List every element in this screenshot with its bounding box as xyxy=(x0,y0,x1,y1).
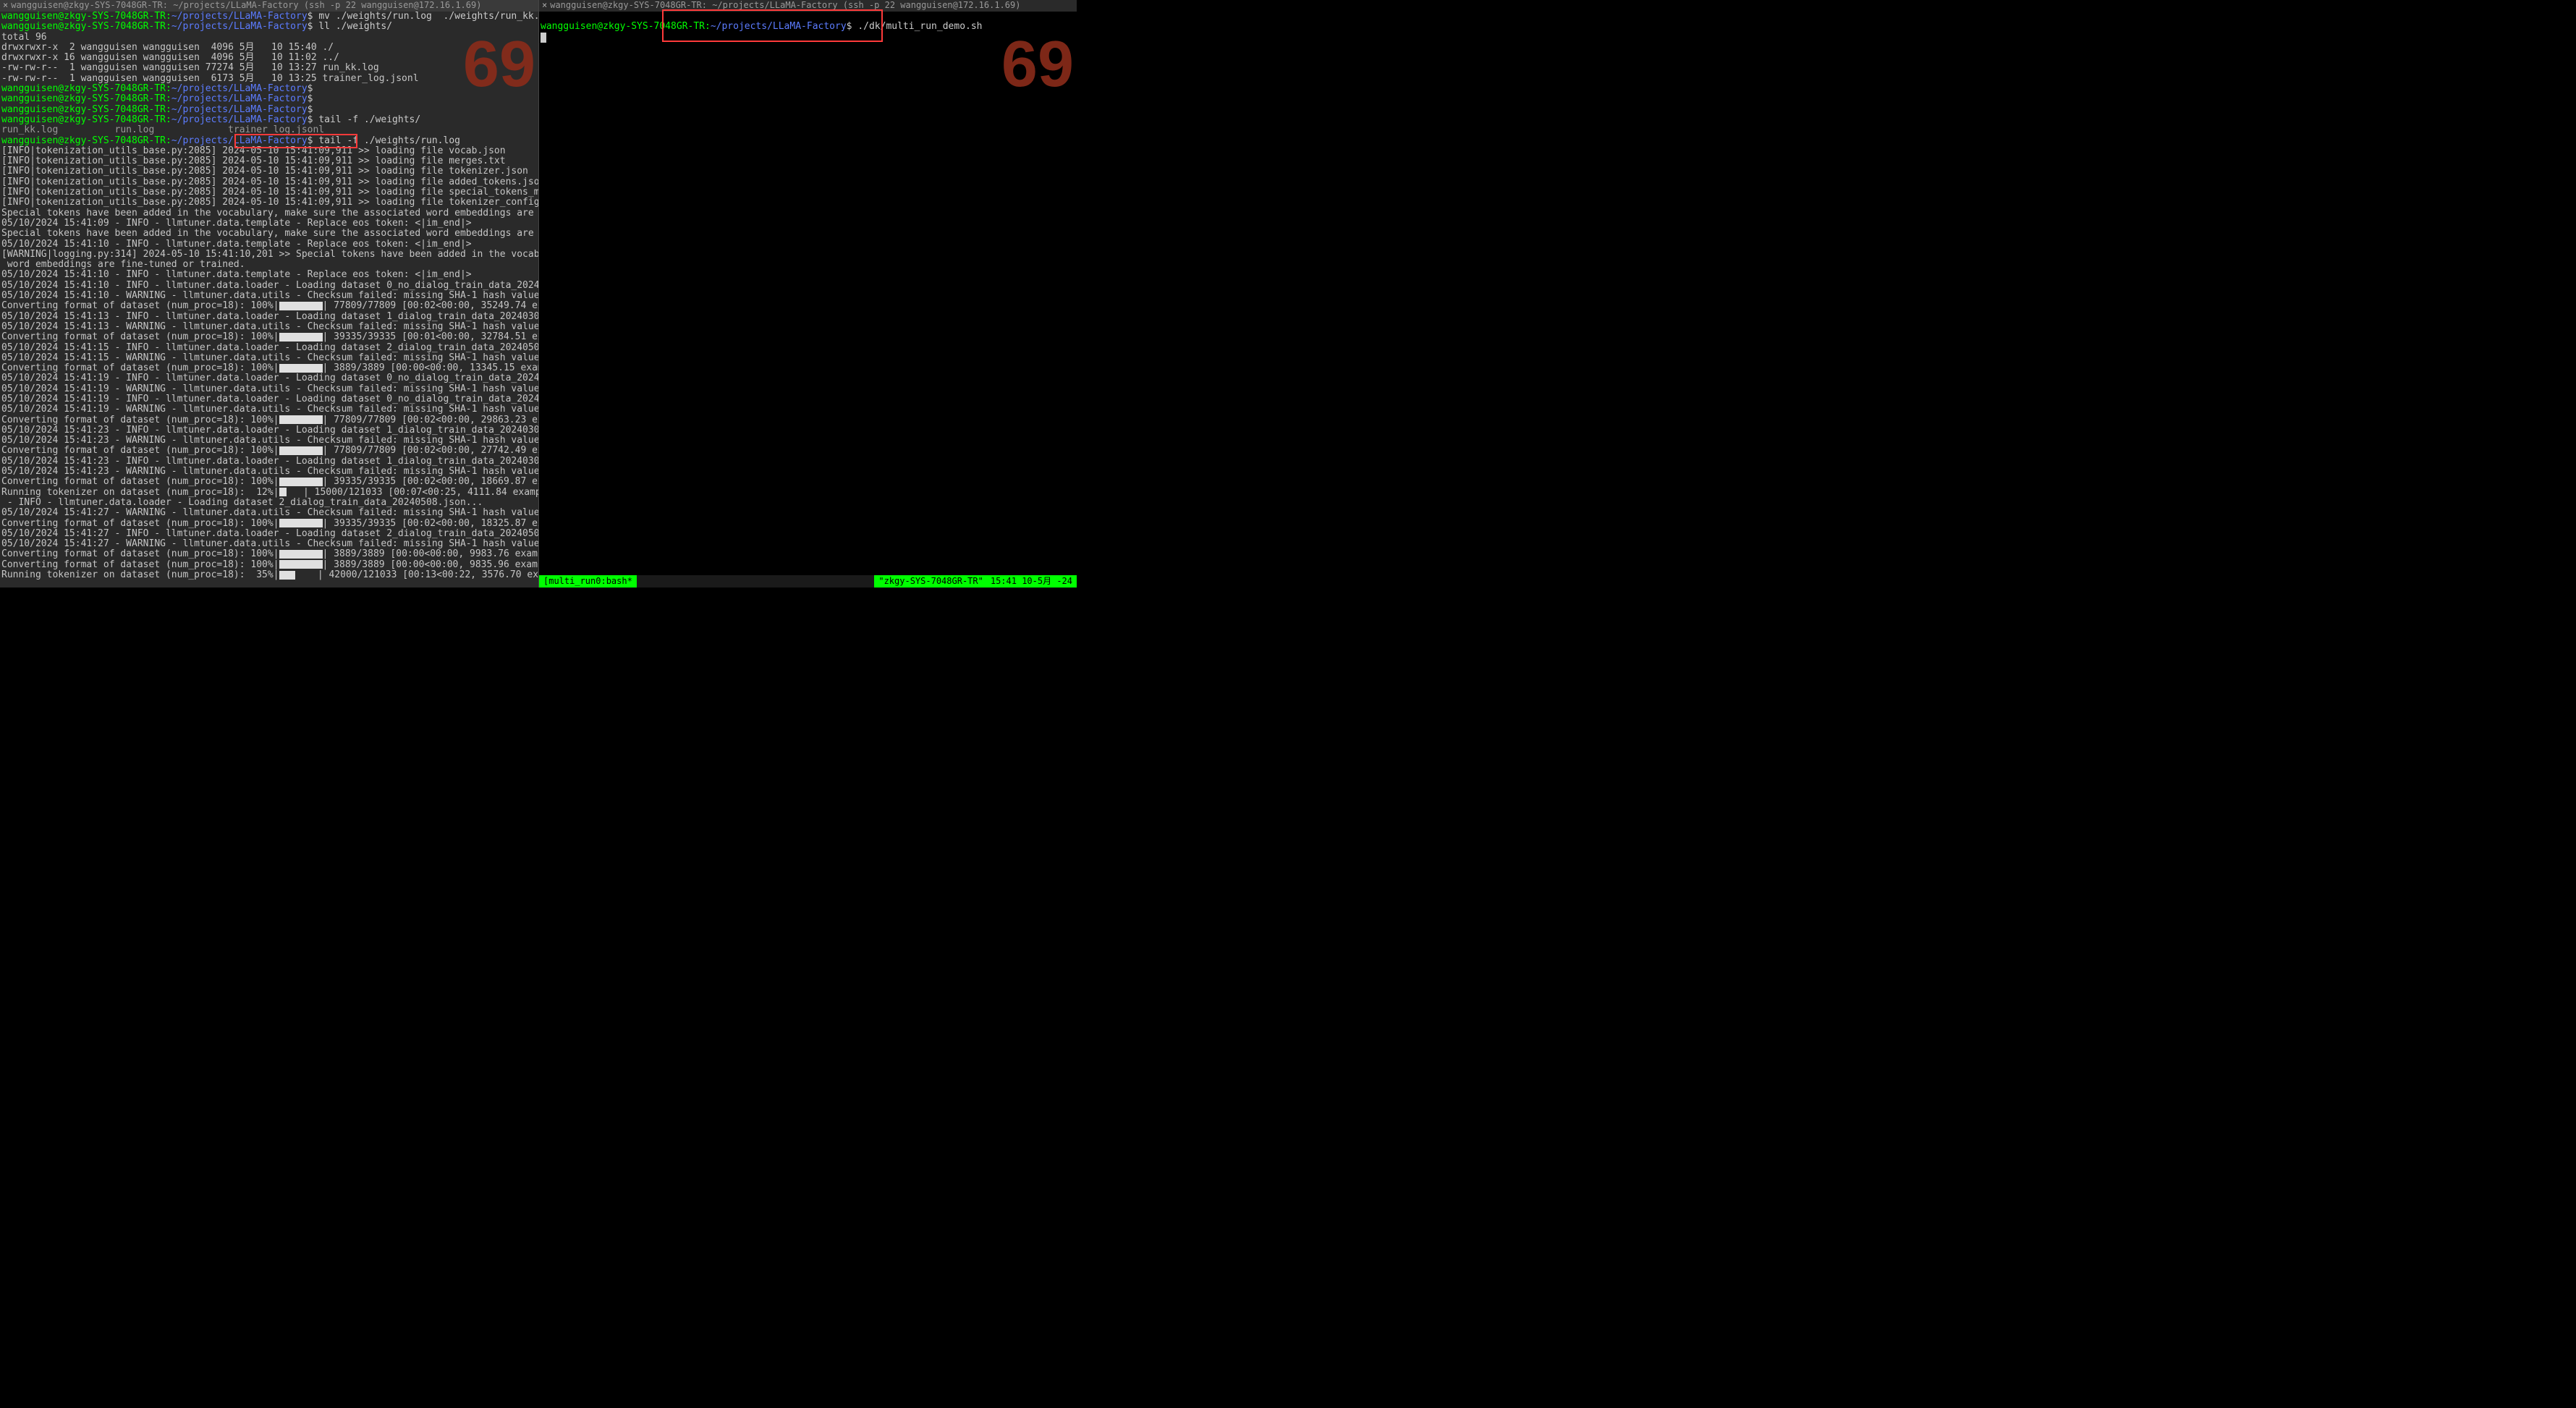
terminal-pane-right[interactable]: × wangguisen@zkgy-SYS-7048GR-TR: ~/proje… xyxy=(539,0,1077,588)
status-right: "zkgy-SYS-7048GR-TR" 15:41 10-5月 -24 xyxy=(874,575,1077,588)
terminal-pane-left[interactable]: × wangguisen@zkgy-SYS-7048GR-TR: ~/proje… xyxy=(0,0,539,588)
tab-bar-left: × wangguisen@zkgy-SYS-7048GR-TR: ~/proje… xyxy=(0,0,538,12)
close-icon[interactable]: × xyxy=(542,1,547,10)
command-text: ./dk/multi_run_demo.sh xyxy=(857,21,982,32)
status-time: 15:41 10-5月 -24 xyxy=(991,577,1072,586)
tab-title: wangguisen@zkgy-SYS-7048GR-TR: ~/project… xyxy=(11,1,481,10)
tab-bar-right: × wangguisen@zkgy-SYS-7048GR-TR: ~/proje… xyxy=(539,0,1077,12)
cursor xyxy=(541,33,546,43)
status-left: [multi_run0:bash* xyxy=(539,575,637,588)
close-icon[interactable]: × xyxy=(3,1,8,10)
terminal-output-right[interactable]: wangguisen@zkgy-SYS-7048GR-TR:~/projects… xyxy=(539,12,1077,53)
prompt-user: wangguisen@zkgy-SYS-7048GR-TR xyxy=(541,21,705,32)
tab-title: wangguisen@zkgy-SYS-7048GR-TR: ~/project… xyxy=(550,1,1020,10)
tmux-status-bar: [multi_run0:bash* "zkgy-SYS-7048GR-TR" 1… xyxy=(539,574,1077,588)
terminal-output-left[interactable]: wangguisen@zkgy-SYS-7048GR-TR:~/projects… xyxy=(0,12,538,580)
prompt-path: ~/projects/LLaMA-Factory xyxy=(711,21,847,32)
status-host: "zkgy-SYS-7048GR-TR" xyxy=(878,577,983,586)
